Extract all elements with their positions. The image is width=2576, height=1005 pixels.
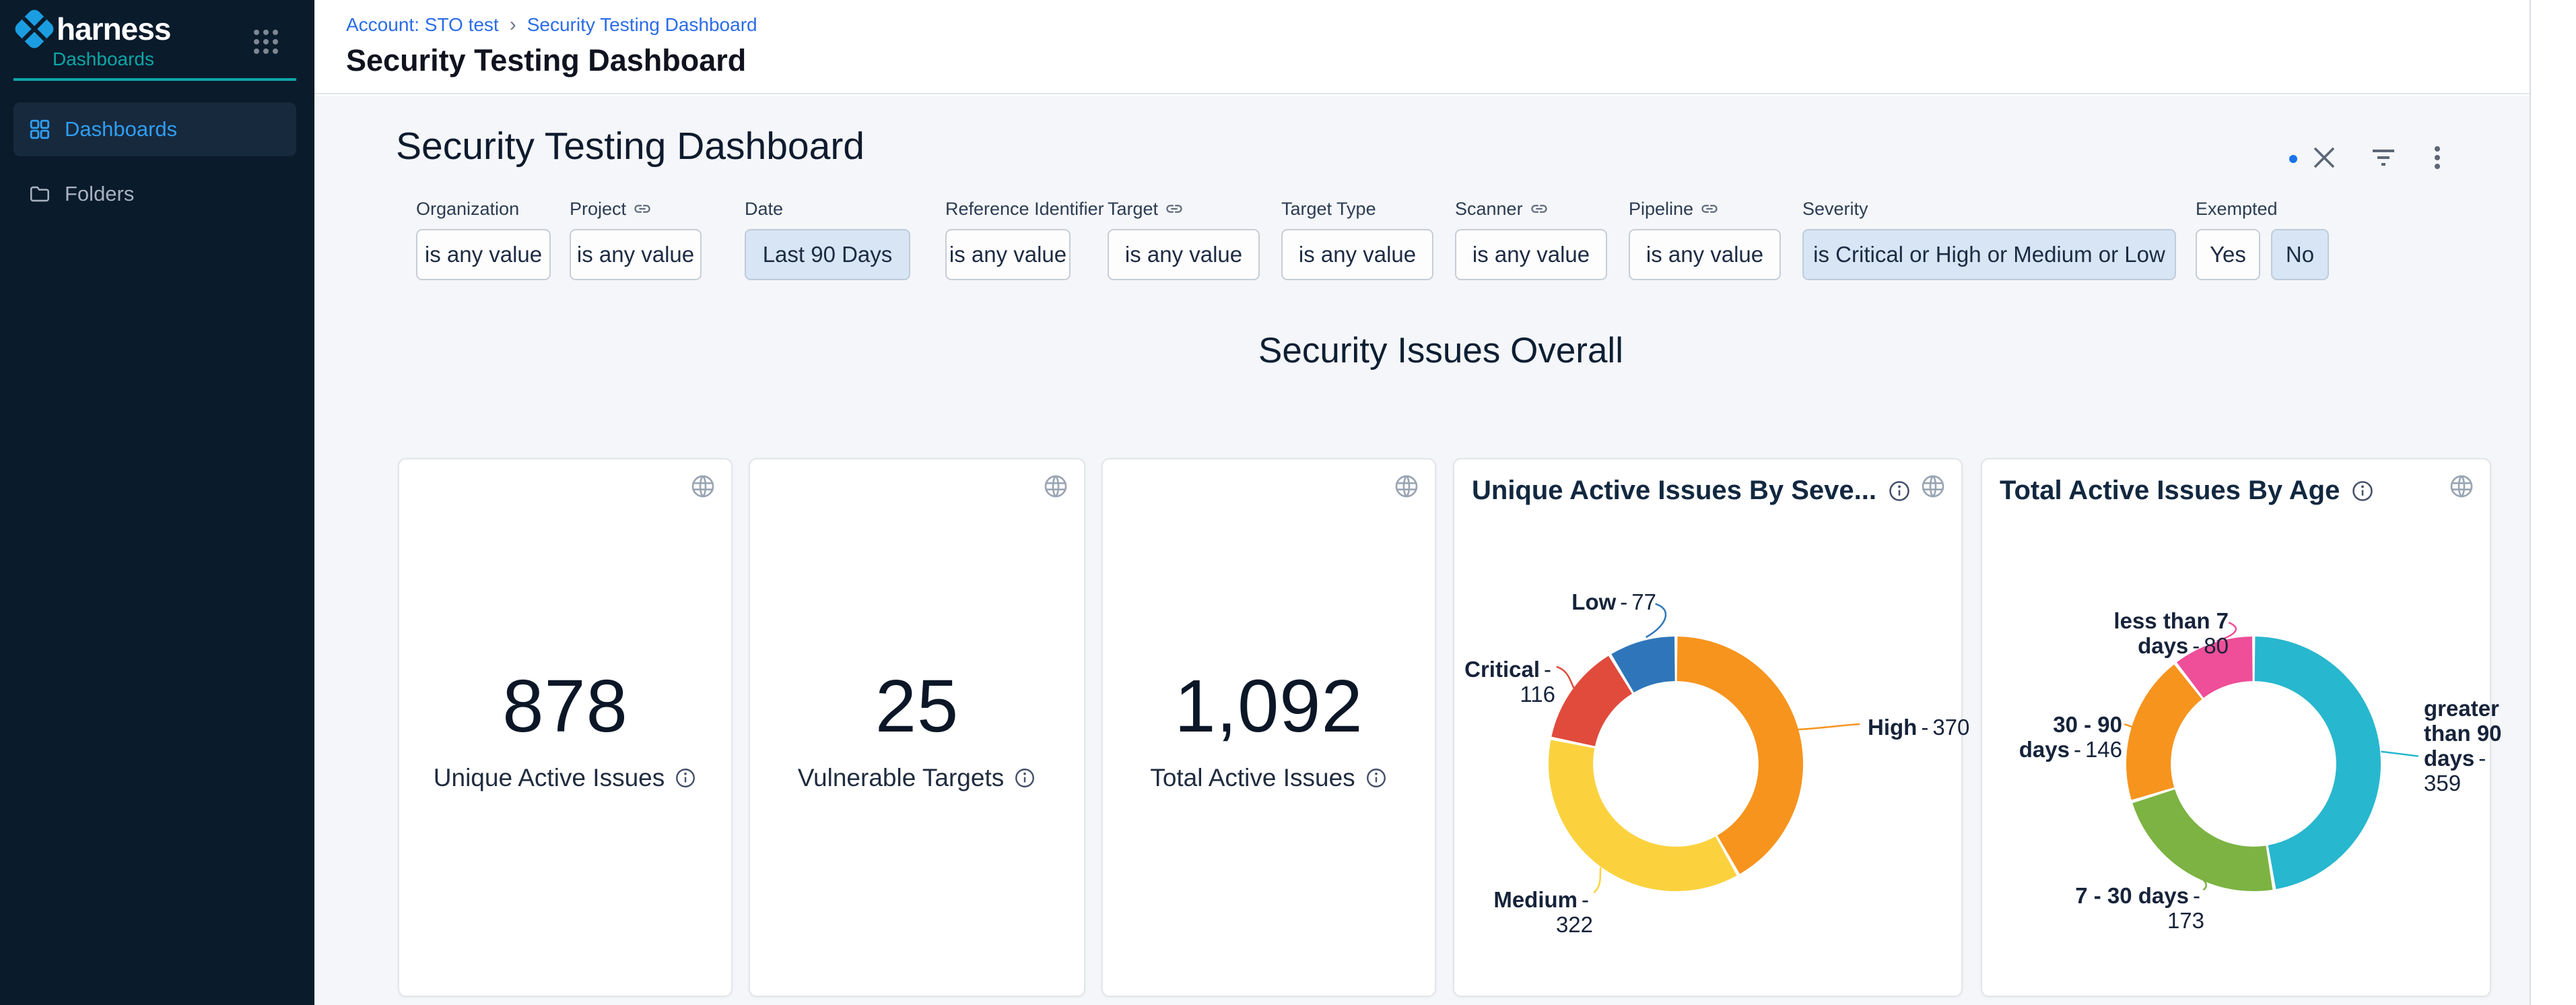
- breadcrumb-account-link[interactable]: Account: STO test: [346, 14, 499, 36]
- page-title: Security Testing Dashboard: [346, 43, 746, 78]
- filter-date-value[interactable]: Last 90 Days: [745, 229, 910, 280]
- filter-label: Severity: [1802, 199, 1868, 220]
- filter-exempted: Exempted Yes No: [2196, 197, 2330, 280]
- brand-name: harness: [57, 11, 170, 47]
- pointer-dot: [2289, 155, 2297, 163]
- slice-label-low: Low-77: [1542, 590, 1656, 615]
- slice-label-high: High-370: [1868, 715, 1969, 740]
- dashboards-icon: [28, 118, 51, 141]
- kebab-menu-icon[interactable]: [2421, 141, 2453, 174]
- filter-reference-identifier-value[interactable]: is any value: [945, 229, 1071, 280]
- filter-target: Target is any value: [1108, 197, 1260, 280]
- slice-label-7-30-days: 7 - 30 days-173: [2062, 884, 2204, 934]
- metric-label: Vulnerable Targets: [798, 764, 1004, 792]
- link-icon: [1530, 199, 1549, 218]
- slice-label-greater-than-90-days: greater than 90 days-359: [2424, 696, 2502, 796]
- filter-label: Organization: [416, 199, 519, 220]
- sidebar-item-folders[interactable]: Folders: [13, 167, 296, 221]
- severity-donut-chart[interactable]: [1549, 637, 1803, 891]
- sidebar-divider: [13, 78, 296, 81]
- filter-label: Target Type: [1281, 199, 1376, 220]
- sidebar-item-dashboards[interactable]: Dashboards: [13, 102, 296, 156]
- filter-scanner: Scanner is any value: [1455, 197, 1607, 280]
- chart-title: Unique Active Issues By Seve...: [1472, 476, 1876, 506]
- sidebar: harness Dashboards Dashboards Folders: [0, 0, 314, 1005]
- filter-organization: Organization is any value: [416, 197, 551, 280]
- slice-label-critical: Critical-116: [1454, 657, 1555, 707]
- filter-project-value[interactable]: is any value: [570, 229, 702, 280]
- right-gutter: [2530, 0, 2576, 1005]
- filter-pipeline-value[interactable]: is any value: [1629, 229, 1781, 280]
- exempted-no-button[interactable]: No: [2271, 229, 2329, 280]
- filter-target-value[interactable]: is any value: [1108, 229, 1260, 280]
- breadcrumb-page-link[interactable]: Security Testing Dashboard: [527, 14, 757, 36]
- harness-logo-icon[interactable]: [12, 7, 56, 51]
- slice-label-30-90-days: 30 - 90 days-146: [1982, 713, 2122, 763]
- filter-severity: Severity is Critical or High or Medium o…: [1802, 197, 2176, 280]
- filter-severity-value[interactable]: is Critical or High or Medium or Low: [1802, 229, 2176, 280]
- metric-card-unique-active-issues: 878 Unique Active Issues: [398, 458, 733, 997]
- globe-icon: [1920, 473, 1946, 500]
- breadcrumb-chevron-icon: ›: [510, 13, 516, 36]
- module-label: Dashboards: [53, 48, 154, 70]
- dashboard-title: Security Testing Dashboard: [396, 124, 865, 168]
- link-icon: [633, 199, 652, 218]
- sidebar-item-label: Folders: [65, 182, 134, 206]
- link-icon: [1165, 199, 1184, 218]
- chart-card-issues-by-age: Total Active Issues By Age less than 7 d…: [1981, 458, 2491, 997]
- metric-value: 878: [502, 663, 628, 749]
- filter-label: Scanner: [1455, 199, 1523, 220]
- filter-date: Date Last 90 Days: [745, 197, 910, 280]
- filter-target-type-value[interactable]: is any value: [1281, 229, 1433, 280]
- info-icon[interactable]: [1365, 767, 1388, 789]
- chart-card-issues-by-severity: Unique Active Issues By Seve... Low-77 C…: [1453, 458, 1963, 997]
- filter-label: Exempted: [2196, 199, 2278, 220]
- close-icon[interactable]: [2308, 141, 2340, 174]
- filter-reference-identifier: Reference Identifier is any value: [945, 197, 1071, 280]
- info-icon[interactable]: [674, 767, 697, 789]
- filter-target-type: Target Type is any value: [1281, 197, 1433, 280]
- filter-label: Pipeline: [1629, 199, 1693, 220]
- app-switcher-grid-icon[interactable]: [254, 30, 279, 55]
- metric-label: Total Active Issues: [1150, 764, 1355, 792]
- metric-label: Unique Active Issues: [434, 764, 665, 792]
- chart-title: Total Active Issues By Age: [2000, 476, 2340, 506]
- info-icon[interactable]: [1013, 767, 1036, 789]
- info-icon[interactable]: [1887, 479, 1911, 503]
- filter-label: Target: [1108, 199, 1158, 220]
- sidebar-item-label: Dashboards: [65, 117, 177, 141]
- filter-label: Date: [745, 199, 783, 220]
- section-heading: Security Issues Overall: [314, 330, 2567, 371]
- slice-label-less-than-7-days: less than 7 days-80: [2063, 609, 2229, 659]
- metric-card-vulnerable-targets: 25 Vulnerable Targets: [749, 458, 1085, 997]
- filter-icon[interactable]: [2367, 141, 2400, 174]
- slice-label-medium: Medium-322: [1476, 888, 1593, 938]
- metric-card-total-active-issues: 1,092 Total Active Issues: [1101, 458, 1436, 997]
- top-header: Account: STO test › Security Testing Das…: [314, 0, 2530, 94]
- age-donut-chart[interactable]: [2126, 637, 2381, 891]
- filter-scanner-value[interactable]: is any value: [1455, 229, 1607, 280]
- filter-pipeline: Pipeline is any value: [1629, 197, 1781, 280]
- filter-organization-value[interactable]: is any value: [416, 229, 551, 280]
- breadcrumb: Account: STO test › Security Testing Das…: [346, 13, 757, 36]
- link-icon: [1700, 199, 1719, 218]
- metric-value: 1,092: [1174, 663, 1363, 749]
- exempted-yes-button[interactable]: Yes: [2196, 229, 2260, 280]
- metric-value: 25: [875, 663, 959, 749]
- globe-icon: [2448, 473, 2475, 500]
- filter-label: Reference Identifier: [945, 199, 1104, 220]
- filter-project: Project is any value: [570, 197, 702, 280]
- info-icon[interactable]: [2350, 479, 2375, 503]
- filter-label: Project: [570, 199, 626, 220]
- folder-icon: [28, 183, 51, 205]
- dashboard-content: Security Testing Dashboard Organization …: [314, 96, 2530, 1005]
